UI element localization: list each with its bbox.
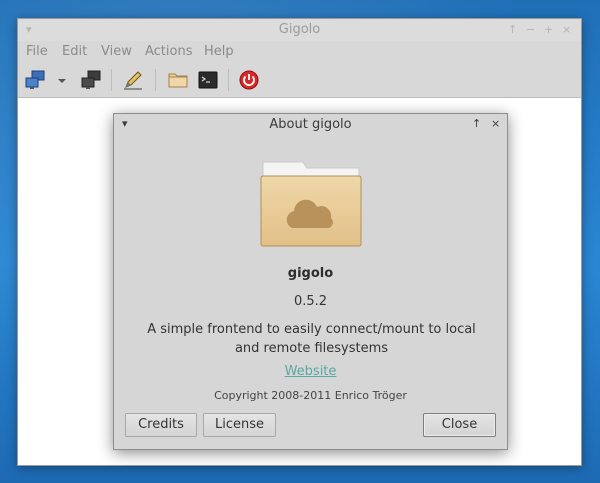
app-version: 0.5.2 — [293, 294, 328, 309]
about-dialog: ▾ About gigolo ↑ × gigolo 0.5.2 A simple… — [113, 113, 508, 450]
quit-power-icon[interactable] — [238, 69, 260, 91]
connect-network-icon[interactable] — [24, 69, 46, 91]
minimize-icon[interactable]: − — [526, 23, 535, 37]
window-title: Gigolo — [278, 22, 321, 37]
close-button[interactable]: Close — [423, 413, 496, 437]
folder-cloud-icon — [260, 161, 362, 247]
dropdown-arrow-icon[interactable] — [56, 69, 68, 91]
toolbar-separator — [228, 69, 229, 91]
dialog-close-icon[interactable]: × — [491, 117, 500, 131]
menu-file[interactable]: File — [26, 44, 48, 59]
maximize-icon[interactable]: + — [544, 23, 553, 37]
close-icon[interactable]: × — [562, 23, 571, 37]
dialog-titlebar: ▾ About gigolo ↑ × — [114, 114, 507, 136]
main-titlebar: ▾ Gigolo ↑ − + × — [18, 19, 581, 42]
menu-actions[interactable]: Actions — [145, 44, 193, 59]
app-description: A simple frontend to easily connect/moun… — [147, 322, 476, 356]
open-folder-icon[interactable] — [167, 69, 189, 91]
menu-help[interactable]: Help — [204, 44, 234, 59]
menu-view[interactable]: View — [101, 44, 132, 59]
toolbar-separator — [111, 69, 112, 91]
menu-edit[interactable]: Edit — [62, 44, 87, 59]
edit-pencil-icon[interactable] — [122, 69, 144, 91]
copyright-text: Copyright 2008-2011 Enrico Tröger — [214, 389, 407, 402]
terminal-icon[interactable] — [197, 69, 219, 91]
website-link[interactable]: Website — [114, 364, 507, 379]
license-button[interactable]: License — [203, 413, 276, 437]
toolbar — [18, 63, 581, 98]
menubar: File Edit View Actions Help — [18, 41, 581, 63]
keep-above-icon[interactable]: ↑ — [508, 23, 517, 37]
toolbar-separator — [155, 69, 156, 91]
credits-button[interactable]: Credits — [125, 413, 197, 437]
dialog-title: About gigolo — [269, 117, 352, 132]
app-name: gigolo — [287, 266, 334, 281]
dialog-keep-above-icon[interactable]: ↑ — [472, 117, 481, 131]
disconnect-network-icon[interactable] — [80, 69, 102, 91]
